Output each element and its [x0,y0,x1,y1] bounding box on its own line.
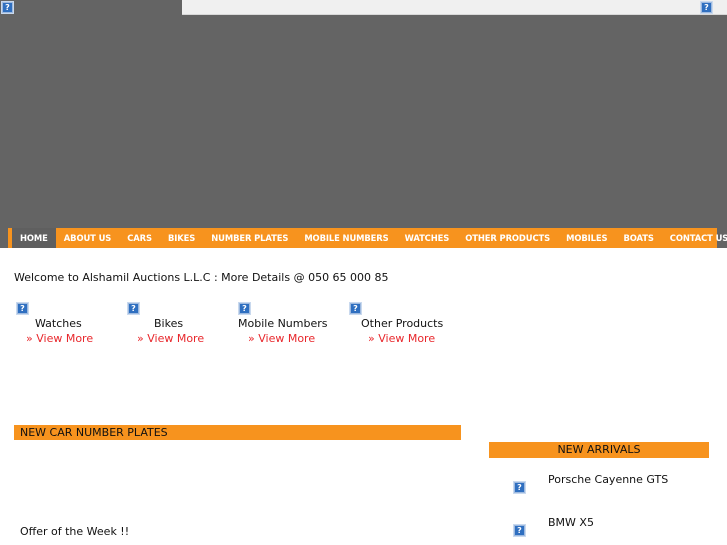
new-arrivals-header: NEW ARRIVALS [489,442,709,458]
category-image-icon[interactable]: ? [16,302,29,315]
nav-item-mobiles[interactable]: MOBILES [558,228,615,248]
top-bar-left [0,0,182,15]
nav-item-cars[interactable]: CARS [119,228,160,248]
category-label: Other Products [361,317,444,330]
category-image-icon[interactable]: ? [127,302,140,315]
category-mobile-numbers: ? Mobile Numbers » View More [238,302,358,347]
nav-item-mobile-numbers[interactable]: MOBILE NUMBERS [296,228,396,248]
view-more-link[interactable]: » View More [137,332,204,345]
arrival-image-icon[interactable]: ? [513,481,526,494]
nav-item-boats[interactable]: BOATS [615,228,661,248]
category-watches: ? Watches » View More [16,302,136,347]
top-bar-right [182,0,727,15]
arrival-image-icon[interactable]: ? [513,524,526,537]
new-plates-title: NEW CAR NUMBER PLATES [20,426,168,439]
new-arrivals-title: NEW ARRIVALS [557,443,641,456]
view-more-link[interactable]: » View More [368,332,435,345]
nav-item-home[interactable]: HOME [12,228,56,248]
view-more-link[interactable]: » View More [26,332,93,345]
nav-item-other-products[interactable]: OTHER PRODUCTS [457,228,558,248]
view-more-link[interactable]: » View More [248,332,315,345]
header-broken-image-icon[interactable]: ? [700,1,713,14]
main-nav: HOME ABOUT US CARS BIKES NUMBER PLATES M… [8,228,727,248]
category-other-products: ? Other Products » View More [349,302,469,347]
category-label: Mobile Numbers [238,317,328,330]
arrival-item-name[interactable]: BMW X5 [548,516,594,529]
nav-item-watches[interactable]: WATCHES [397,228,458,248]
category-label: Watches [35,317,82,330]
nav-item-contact-us[interactable]: CONTACT US [662,228,727,248]
nav-item-bikes[interactable]: BIKES [160,228,203,248]
category-label: Bikes [154,317,184,330]
arrival-item-name[interactable]: Porsche Cayenne GTS [548,473,668,486]
offer-of-the-week-title: Offer of the Week !! [20,525,130,538]
category-image-icon[interactable]: ? [238,302,251,315]
welcome-text: Welcome to Alshamil Auctions L.L.C : Mor… [14,271,389,284]
logo-broken-image-icon[interactable]: ? [1,1,14,14]
category-bikes: ? Bikes » View More [127,302,247,347]
nav-item-number-plates[interactable]: NUMBER PLATES [203,228,296,248]
nav-item-about-us[interactable]: ABOUT US [56,228,119,248]
category-image-icon[interactable]: ? [349,302,362,315]
new-plates-header: NEW CAR NUMBER PLATES [14,425,461,440]
hero-banner [0,15,727,228]
